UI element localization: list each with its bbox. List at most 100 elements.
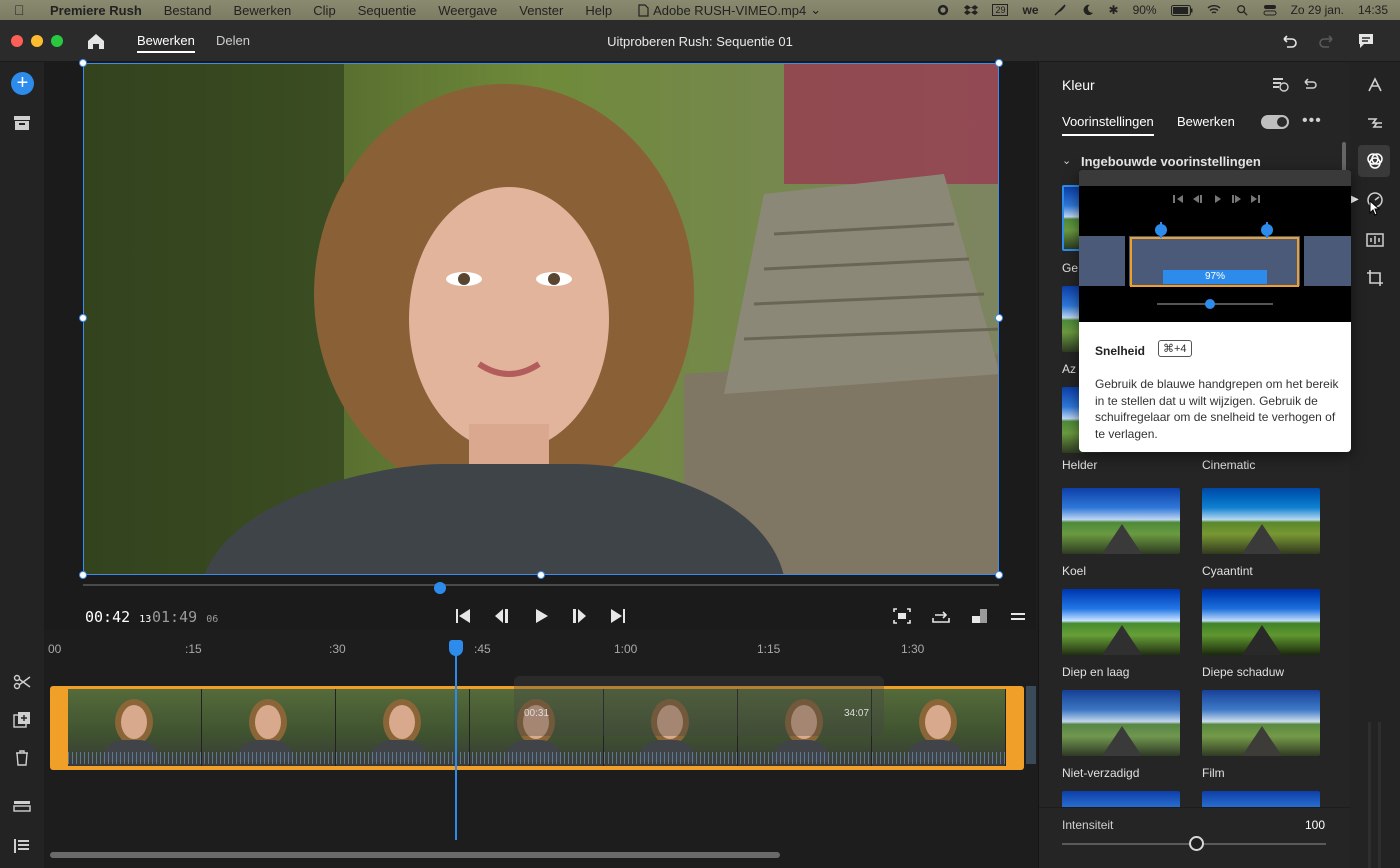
transform-handle[interactable] — [995, 571, 1003, 579]
duplicate-icon[interactable] — [12, 710, 32, 730]
speed-percent-label: 97% — [1163, 270, 1267, 284]
transform-handle[interactable] — [79, 59, 87, 67]
scrub-track[interactable] — [83, 584, 999, 586]
wifi-icon[interactable] — [1207, 4, 1221, 16]
video-frame[interactable] — [83, 63, 999, 575]
transform-handle[interactable] — [537, 571, 545, 579]
crop-transform-icon[interactable] — [1365, 268, 1385, 288]
left-toolbar: + — [0, 62, 44, 868]
color-enable-toggle[interactable] — [1261, 115, 1289, 129]
preset-niet-verzadigd[interactable]: Niet-verzadigd — [1062, 690, 1180, 780]
preset-koel[interactable]: Koel — [1062, 488, 1180, 578]
transform-handle[interactable] — [995, 314, 1003, 322]
menu-sequentie[interactable]: Sequentie — [358, 3, 417, 18]
tab-voorinstellingen[interactable]: Voorinstellingen — [1062, 114, 1154, 136]
chevron-down-icon[interactable]: ⌄ — [1062, 154, 1071, 167]
fit-frame-icon[interactable] — [891, 606, 913, 626]
transitions-icon[interactable] — [1365, 113, 1385, 133]
split-scissors-icon[interactable] — [12, 672, 32, 692]
add-media-button[interactable]: + — [11, 72, 34, 95]
menu-venster[interactable]: Venster — [519, 3, 563, 18]
ruler-label: :45 — [474, 642, 491, 656]
redo-icon[interactable] — [1317, 31, 1337, 51]
menubar-date[interactable]: Zo 29 jan. — [1291, 3, 1344, 17]
record-icon[interactable] — [936, 4, 950, 16]
save-preset-icon[interactable] — [1271, 75, 1289, 93]
preset-diep-en-laag[interactable]: Diep en laag — [1062, 589, 1180, 679]
transform-handle[interactable] — [995, 59, 1003, 67]
video-image — [84, 64, 998, 574]
track-controls-icon[interactable] — [12, 796, 32, 816]
audio-waveform — [68, 752, 1006, 764]
menu-weergave[interactable]: Weergave — [438, 3, 497, 18]
preset-partial[interactable] — [1202, 791, 1320, 807]
rail-divider — [1378, 722, 1381, 868]
intensity-label: Intensiteit — [1062, 818, 1114, 832]
menu-bestand[interactable]: Bestand — [164, 3, 212, 18]
menubar-time[interactable]: 14:35 — [1358, 3, 1388, 17]
step-back-icon[interactable] — [491, 606, 513, 626]
more-menu-icon[interactable] — [1007, 606, 1029, 626]
loop-share-icon[interactable] — [930, 606, 952, 626]
aspect-ratio-icon[interactable] — [969, 606, 991, 626]
wetransfer-icon[interactable]: we — [1022, 3, 1038, 17]
menu-help[interactable]: Help — [585, 3, 612, 18]
app-menu[interactable]: Premiere Rush — [50, 3, 142, 18]
ruler-label: 1:30 — [901, 642, 925, 656]
document-icon — [638, 3, 649, 17]
current-timecode: 00:42 13 — [85, 608, 152, 626]
step-forward-icon[interactable] — [568, 606, 590, 626]
control-center-icon[interactable] — [1263, 4, 1277, 16]
ruler-label: 00 — [48, 642, 62, 656]
battery-percent: 90% — [1132, 3, 1157, 17]
battery-icon[interactable] — [1170, 4, 1193, 16]
duration-timecode: 01:49 06 — [152, 608, 219, 626]
feedback-icon[interactable] — [1356, 31, 1376, 51]
menu-bewerken[interactable]: Bewerken — [233, 3, 291, 18]
preset-thumbnail — [1202, 791, 1320, 807]
apple-menu-icon[interactable]:  — [14, 2, 28, 18]
project-assets-icon[interactable] — [12, 113, 32, 133]
audio-icon[interactable] — [1365, 230, 1385, 250]
menu-clip[interactable]: Clip — [313, 3, 335, 18]
open-file-name: Adobe RUSH-VIMEO.mp4 — [653, 2, 807, 18]
timeline-scrollbar[interactable] — [50, 852, 780, 858]
preset-partial[interactable] — [1062, 791, 1180, 807]
intensity-slider-knob[interactable] — [1189, 836, 1204, 851]
search-icon[interactable] — [1235, 4, 1249, 16]
track-list-icon[interactable] — [12, 836, 32, 856]
bluetooth-icon[interactable]: ✱ — [1109, 3, 1119, 17]
delete-trash-icon[interactable] — [12, 748, 32, 768]
tab-bewerken-kleur[interactable]: Bewerken — [1177, 114, 1235, 129]
dropbox-icon[interactable] — [964, 4, 979, 16]
transform-handle[interactable] — [79, 571, 87, 579]
titles-icon[interactable] — [1365, 75, 1385, 95]
playhead-line[interactable] — [455, 652, 457, 840]
play-icon[interactable] — [530, 606, 552, 626]
transform-handle[interactable] — [79, 314, 87, 322]
tooltip-body: Gebruik de blauwe handgrepen om het bere… — [1095, 377, 1339, 441]
open-file-menu[interactable]: Adobe RUSH-VIMEO.mp4 ⌄ — [638, 2, 821, 18]
feather-icon[interactable] — [1053, 4, 1067, 16]
preset-thumbnail — [1062, 589, 1180, 655]
go-to-start-icon[interactable] — [452, 606, 474, 626]
preset-diepe-schaduw[interactable]: Diepe schaduw — [1202, 589, 1320, 679]
more-options-icon[interactable]: ••• — [1302, 112, 1322, 130]
calendar-icon[interactable]: 29 — [992, 4, 1009, 16]
section-title[interactable]: Ingebouwde voorinstellingen — [1081, 154, 1261, 169]
preset-cyaantint[interactable]: Cyaantint — [1202, 488, 1320, 578]
color-icon[interactable] — [1365, 151, 1385, 171]
tooltip-heading: Snelheid — [1095, 344, 1146, 358]
preset-thumbnail — [1062, 791, 1180, 807]
intensity-value[interactable]: 100 — [1305, 818, 1325, 832]
preset-film[interactable]: Film — [1202, 690, 1320, 780]
overlay-time-end: 34:07 — [844, 708, 870, 719]
preset-label: Koel — [1062, 564, 1087, 578]
go-to-end-icon[interactable] — [607, 606, 629, 626]
next-clip-edge[interactable] — [1026, 686, 1036, 764]
ruler-label: :30 — [329, 642, 346, 656]
moon-icon[interactable] — [1081, 4, 1095, 16]
reset-icon[interactable] — [1301, 75, 1319, 93]
scrub-knob[interactable] — [434, 582, 447, 594]
undo-icon[interactable] — [1279, 31, 1299, 51]
